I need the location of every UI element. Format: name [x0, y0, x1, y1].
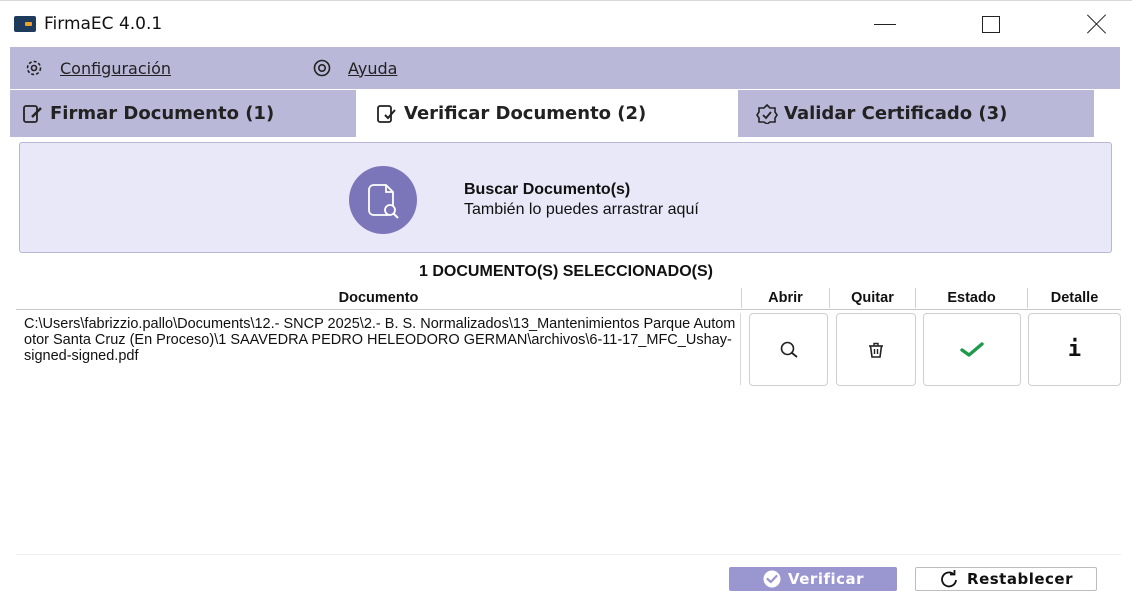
trash-icon — [869, 342, 883, 358]
menu-help-label: Ayuda — [348, 58, 398, 78]
search-icon — [780, 341, 798, 358]
column-header-detail: Detalle — [1027, 288, 1121, 308]
maximize-button[interactable] — [962, 1, 1020, 47]
checkmark-icon — [960, 341, 984, 357]
menu-help[interactable]: Ayuda — [312, 47, 397, 89]
minimize-icon — [874, 23, 896, 25]
close-button[interactable] — [1068, 1, 1126, 47]
check-circle-icon — [763, 570, 781, 588]
sign-document-icon — [23, 104, 42, 123]
tab-sign-document-label: Firmar Documento (1) — [50, 103, 275, 124]
header-divider — [16, 309, 1121, 310]
minimize-button[interactable] — [856, 1, 914, 47]
detail-button[interactable]: i — [1028, 313, 1121, 386]
open-document-button[interactable] — [749, 313, 828, 386]
column-header-status: Estado — [915, 288, 1027, 308]
selected-count-label: 1 DOCUMENTO(S) SELECCIONADO(S) — [419, 263, 713, 280]
app-logo-icon — [14, 16, 36, 32]
window-title: FirmaEC 4.0.1 — [44, 14, 163, 34]
document-dropzone[interactable]: Buscar Documento(s) También lo puedes ar… — [19, 142, 1112, 253]
remove-document-button[interactable] — [836, 313, 916, 386]
menu-configuration[interactable]: Configuración — [24, 47, 171, 89]
search-document-button[interactable] — [349, 166, 417, 234]
dropzone-title: Buscar Documento(s) — [464, 181, 631, 198]
row-divider — [740, 313, 741, 385]
lifebuoy-icon — [313, 59, 331, 77]
status-indicator[interactable] — [923, 313, 1021, 386]
verify-button-label: Verificar — [787, 570, 865, 588]
info-icon: i — [1067, 337, 1082, 362]
verify-document-icon — [377, 104, 396, 123]
certificate-badge-icon — [756, 103, 778, 124]
tab-validate-certificate-label: Validar Certificado (3) — [784, 103, 1008, 124]
tab-verify-document-label: Verificar Documento (2) — [404, 103, 647, 124]
gear-icon — [26, 60, 42, 76]
verify-button[interactable]: Verificar — [729, 567, 897, 591]
tab-verify-document[interactable]: Verificar Documento (2) — [356, 90, 738, 137]
reset-button[interactable]: Restablecer — [915, 567, 1097, 591]
title-bar: FirmaEC 4.0.1 — [0, 0, 1132, 46]
tab-validate-certificate[interactable]: Validar Certificado (3) — [738, 90, 1094, 137]
dropzone-subtitle: También lo puedes arrastrar aquí — [464, 201, 699, 218]
tab-sign-document[interactable]: Firmar Documento (1) — [10, 90, 356, 137]
maximize-icon — [982, 15, 1000, 33]
column-header-open: Abrir — [741, 288, 829, 308]
menu-configuration-label: Configuración — [60, 58, 172, 78]
search-document-icon — [368, 184, 399, 219]
close-icon — [1086, 13, 1108, 35]
reset-button-label: Restablecer — [967, 570, 1073, 588]
refresh-icon — [941, 570, 957, 588]
tab-bar: Firmar Documento (1) Verificar Documento… — [10, 90, 1120, 137]
menu-bar: Configuración Ayuda — [10, 47, 1120, 89]
column-header-document: Documento — [338, 290, 419, 306]
document-path: C:\Users\fabrizzio.pallo\Documents\12.- … — [24, 316, 736, 364]
footer-divider — [16, 554, 1121, 555]
column-header-remove: Quitar — [829, 288, 915, 308]
